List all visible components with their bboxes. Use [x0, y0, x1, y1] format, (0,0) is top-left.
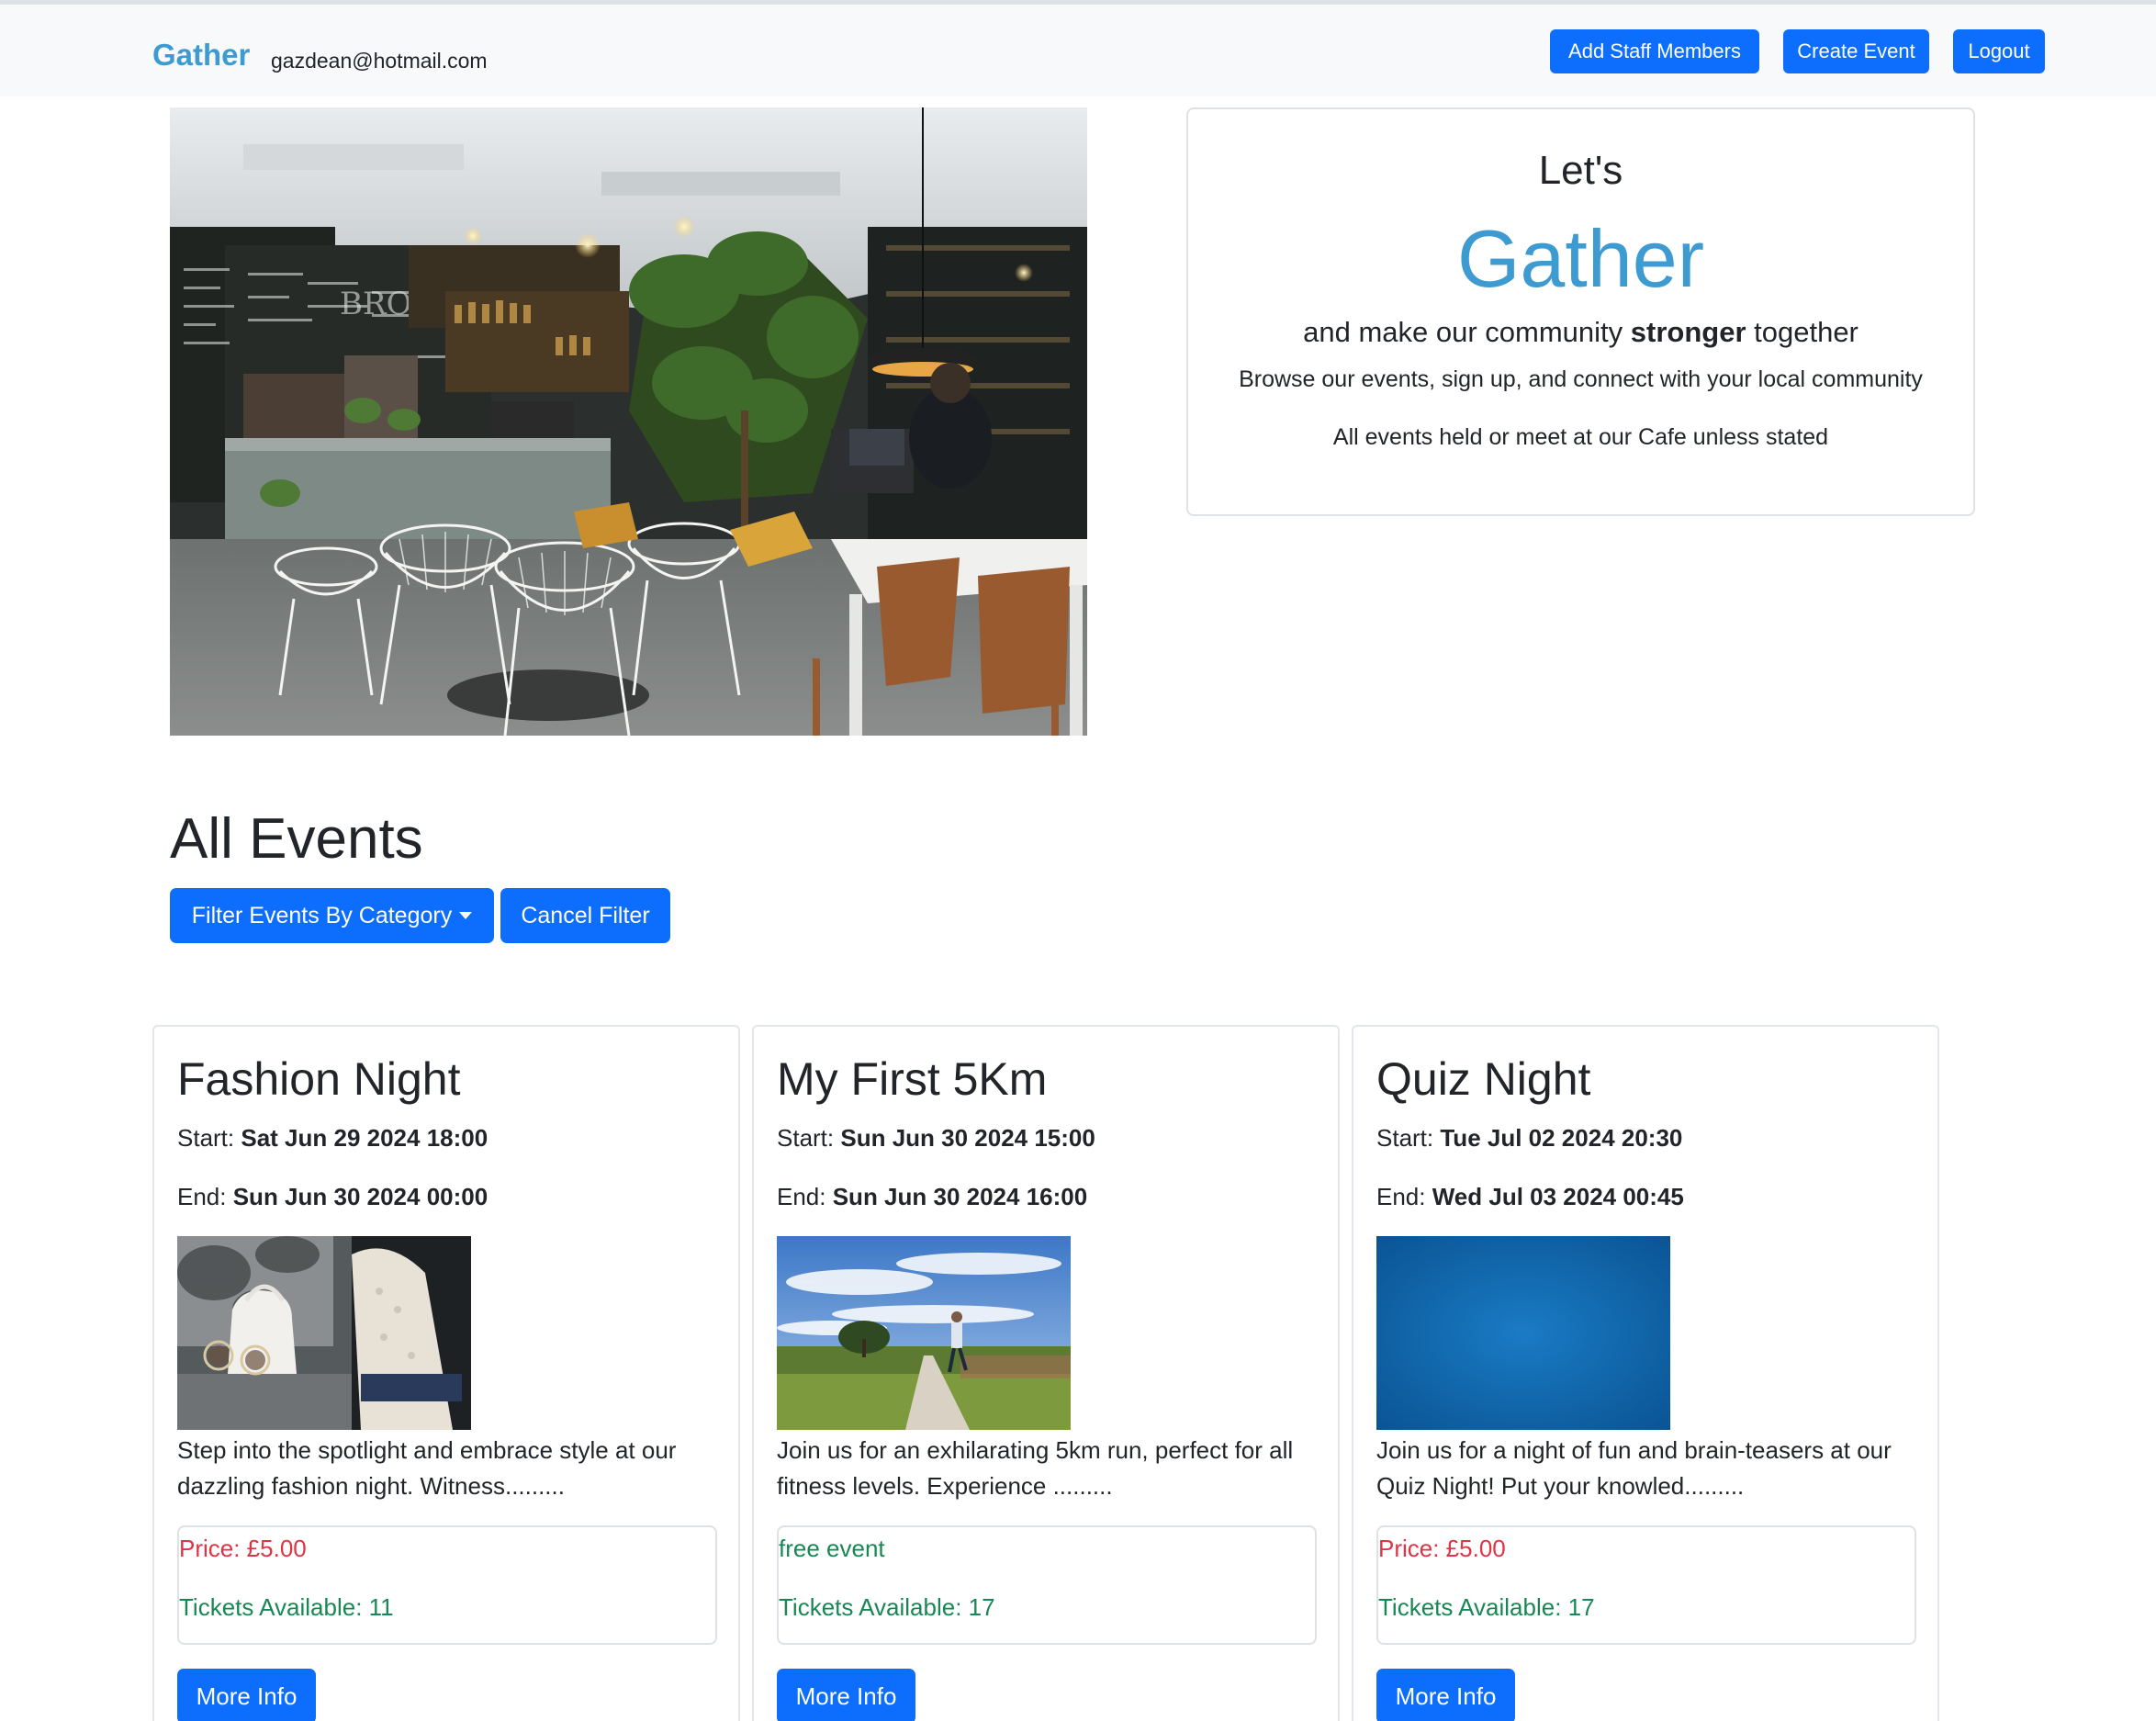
all-events-heading: All Events	[170, 807, 423, 871]
cancel-filter-button[interactable]: Cancel Filter	[500, 888, 670, 943]
user-email: gazdean@hotmail.com	[271, 49, 488, 73]
event-card: Quiz Night Start: Tue Jul 02 2024 20:30 …	[1352, 1025, 1939, 1721]
welcome-card: Let's Gather and make our community stro…	[1186, 107, 1975, 516]
filter-category-dropdown[interactable]: Filter Events By Category	[170, 888, 494, 943]
intro-lets: Let's	[1538, 148, 1623, 193]
tickets-available: Tickets Available: 17	[1378, 1593, 1595, 1621]
logout-button[interactable]: Logout	[1953, 29, 2045, 73]
navbar: Gather gazdean@hotmail.com Add Staff Mem…	[0, 5, 2156, 96]
caret-down-icon	[459, 911, 473, 919]
event-image	[1376, 1236, 1670, 1430]
tagline-bold: stronger	[1630, 316, 1746, 348]
end-label: End:	[1376, 1183, 1432, 1210]
filter-label: Filter Events By Category	[191, 903, 453, 928]
event-card: My First 5Km Start: Sun Jun 30 2024 15:0…	[752, 1025, 1340, 1721]
event-card: Fashion Night Start: Sat Jun 29 2024 18:…	[152, 1025, 740, 1721]
tickets-available: Tickets Available: 11	[179, 1593, 394, 1621]
add-staff-button[interactable]: Add Staff Members	[1550, 29, 1759, 73]
start-date: Sun Jun 30 2024 15:00	[840, 1124, 1095, 1152]
event-description: Join us for a night of fun and brain-tea…	[1376, 1436, 1892, 1500]
event-start: Start: Sat Jun 29 2024 18:00	[177, 1124, 488, 1153]
more-info-button[interactable]: More Info	[777, 1669, 915, 1721]
end-date: Wed Jul 03 2024 00:45	[1432, 1183, 1684, 1210]
end-date: Sun Jun 30 2024 16:00	[832, 1183, 1088, 1210]
intro-tagline: and make our community stronger together	[1188, 316, 1973, 349]
event-end: End: Wed Jul 03 2024 00:45	[1376, 1183, 1684, 1211]
event-start: Start: Sun Jun 30 2024 15:00	[777, 1124, 1095, 1153]
start-date: Sat Jun 29 2024 18:00	[241, 1124, 488, 1152]
end-label: End:	[777, 1183, 833, 1210]
end-label: End:	[177, 1183, 233, 1210]
start-label: Start:	[777, 1124, 841, 1152]
brand-logo[interactable]: Gather	[152, 38, 250, 73]
end-date: Sun Jun 30 2024 00:00	[232, 1183, 488, 1210]
event-image	[177, 1236, 471, 1430]
start-label: Start:	[1376, 1124, 1441, 1152]
event-price: Price: £5.00	[1378, 1535, 1506, 1562]
more-info-button[interactable]: More Info	[1376, 1669, 1515, 1721]
event-end: End: Sun Jun 30 2024 00:00	[177, 1183, 488, 1211]
tickets-available: Tickets Available: 17	[779, 1593, 995, 1621]
intro-note: All events held or meet at our Cafe unle…	[1332, 424, 1829, 450]
start-label: Start:	[177, 1124, 241, 1152]
cafe-hero-image: BROEI	[170, 107, 1087, 736]
event-end: End: Sun Jun 30 2024 16:00	[777, 1183, 1087, 1211]
start-date: Tue Jul 02 2024 20:30	[1440, 1124, 1683, 1152]
ticket-info-box: free event Tickets Available: 17	[777, 1525, 1317, 1645]
tagline-pre: and make our community	[1303, 316, 1631, 348]
event-title: Quiz Night	[1376, 1053, 1591, 1105]
create-event-button[interactable]: Create Event	[1783, 29, 1929, 73]
tagline-post: together	[1746, 316, 1858, 348]
event-image	[777, 1236, 1071, 1430]
event-description: Join us for an exhilarating 5km run, per…	[777, 1436, 1294, 1500]
more-info-button[interactable]: More Info	[177, 1669, 316, 1721]
event-price: Price: £5.00	[179, 1535, 307, 1562]
intro-description: Browse our events, sign up, and connect …	[1239, 366, 1923, 392]
ticket-info-box: Price: £5.00 Tickets Available: 17	[1376, 1525, 1916, 1645]
intro-brand: Gather	[1456, 213, 1705, 304]
ticket-info-box: Price: £5.00 Tickets Available: 11	[177, 1525, 717, 1645]
event-description: Step into the spotlight and embrace styl…	[177, 1436, 677, 1500]
event-title: Fashion Night	[177, 1053, 461, 1105]
event-price: free event	[779, 1535, 885, 1562]
event-start: Start: Tue Jul 02 2024 20:30	[1376, 1124, 1682, 1153]
event-title: My First 5Km	[777, 1053, 1048, 1105]
